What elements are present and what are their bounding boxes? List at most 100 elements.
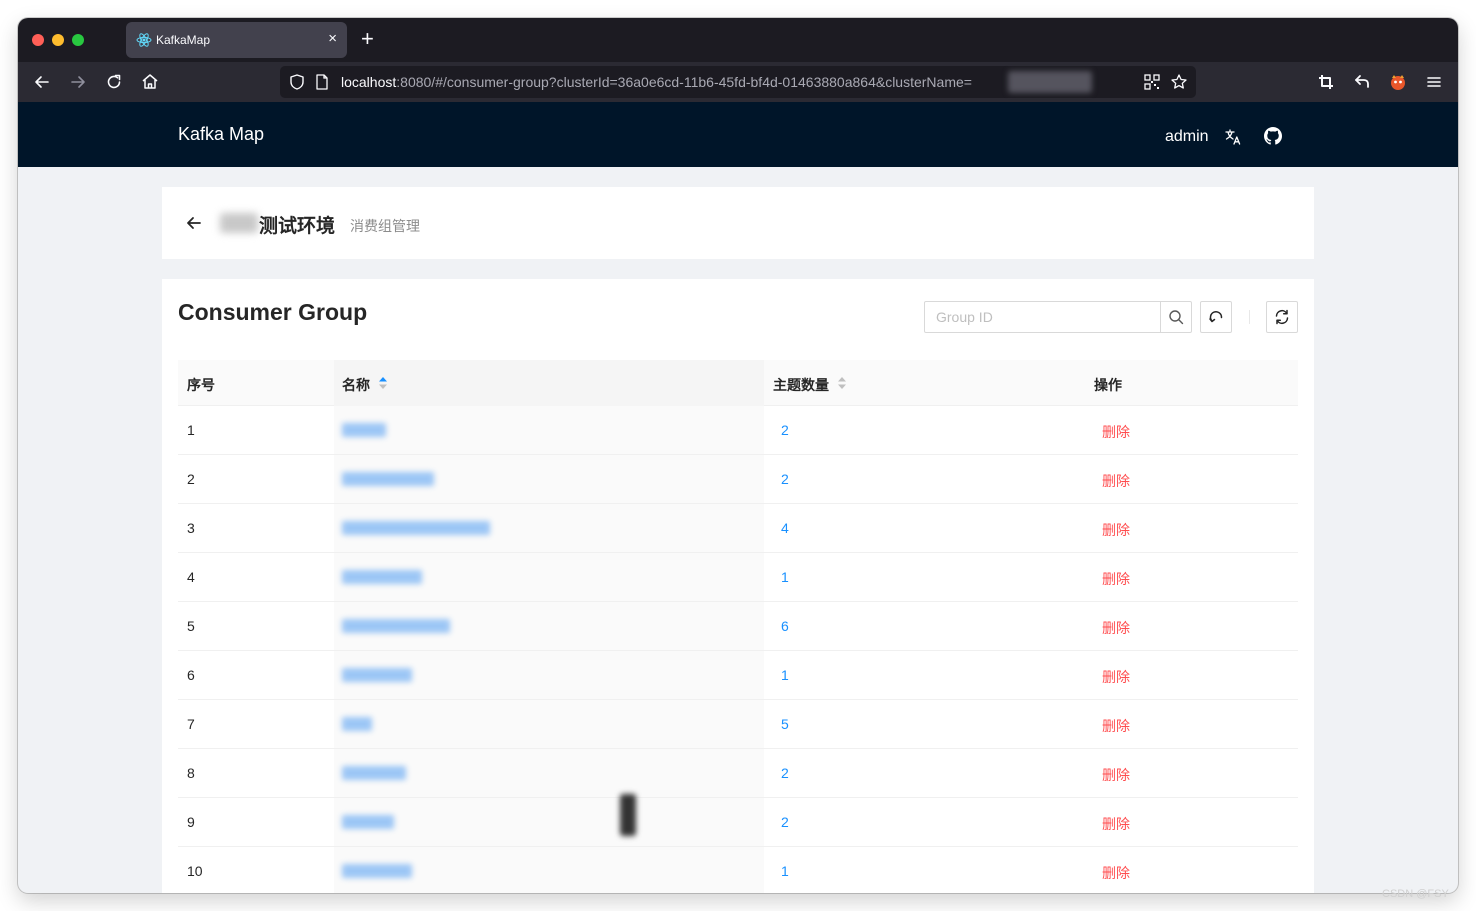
qr-code-icon[interactable] [1144, 74, 1160, 90]
group-name-link[interactable] [342, 815, 394, 829]
sorted-column-bg [334, 406, 764, 454]
app-header: Kafka Map admin [18, 102, 1458, 167]
sorted-column-bg [334, 798, 764, 846]
page-header: 测试环境 消费组管理 [162, 187, 1314, 259]
table-row: 8 2 删除 [178, 749, 1298, 798]
page-title: 测试环境 [259, 216, 336, 237]
row-index: 6 [187, 667, 195, 683]
table-row: 7 5 删除 [178, 700, 1298, 749]
crop-icon[interactable] [1316, 72, 1336, 92]
user-menu[interactable]: admin [1165, 128, 1209, 146]
sorted-column-header-bg [334, 360, 764, 406]
url-bar[interactable]: localhost:8080/#/consumer-group?clusterI… [280, 66, 1196, 98]
translate-icon[interactable] [1224, 128, 1242, 146]
topic-count-link[interactable]: 5 [781, 716, 789, 732]
refresh-button[interactable] [1266, 301, 1298, 333]
table-row: 6 1 删除 [178, 651, 1298, 700]
nav-bar: localhost:8080/#/consumer-group?clusterI… [18, 62, 1458, 102]
row-index: 2 [187, 471, 195, 487]
table-header: 序号 名称 主题数量 操作 [178, 360, 1298, 406]
topic-count-link[interactable]: 4 [781, 520, 789, 536]
row-index: 10 [187, 863, 203, 879]
sorted-column-bg [334, 700, 764, 748]
consumer-group-card: Consumer Group 序号 名称 主题数量 [162, 279, 1314, 893]
table-row: 1 2 删除 [178, 406, 1298, 455]
table-row: 4 1 删除 [178, 553, 1298, 602]
group-name-link[interactable] [342, 472, 434, 486]
delete-link[interactable]: 删除 [1102, 716, 1130, 736]
react-icon [136, 32, 152, 48]
maximize-window-button[interactable] [72, 34, 84, 46]
shield-icon[interactable] [288, 73, 306, 91]
delete-link[interactable]: 删除 [1102, 863, 1130, 883]
toolbar-divider [1249, 310, 1250, 324]
new-tab-button[interactable]: + [361, 28, 374, 50]
topic-count-link[interactable]: 6 [781, 618, 789, 634]
group-id-search-input[interactable] [924, 301, 1161, 333]
page-subtitle: 消费组管理 [350, 218, 420, 234]
group-name-link[interactable] [342, 766, 406, 780]
topic-count-link[interactable]: 1 [781, 863, 789, 879]
sync-icon [1275, 309, 1289, 325]
topic-count-link[interactable]: 2 [781, 471, 789, 487]
group-name-link[interactable] [342, 521, 490, 535]
card-title: Consumer Group [178, 299, 368, 325]
minimize-window-button[interactable] [52, 34, 64, 46]
group-name-link[interactable] [342, 619, 450, 633]
app-brand[interactable]: Kafka Map [178, 124, 264, 145]
column-header-action: 操作 [1094, 377, 1122, 393]
cluster-name-redacted [220, 213, 258, 233]
page-icon [314, 73, 330, 91]
table-row: 2 2 删除 [178, 455, 1298, 504]
browser-window: KafkaMap × + localhost:8080/#/consumer-g… [18, 18, 1458, 893]
row-index: 8 [187, 765, 195, 781]
back-icon[interactable] [32, 72, 52, 92]
topic-count-link[interactable]: 2 [781, 422, 789, 438]
topic-count-link[interactable]: 2 [781, 814, 789, 830]
extension-icon[interactable] [1388, 72, 1408, 92]
search-icon [1169, 310, 1184, 325]
row-index: 5 [187, 618, 195, 634]
group-name-link[interactable] [342, 668, 412, 682]
github-icon[interactable] [1264, 127, 1282, 145]
forward-icon[interactable] [68, 72, 88, 92]
row-index: 4 [187, 569, 195, 585]
sort-ascending-icon[interactable] [378, 376, 388, 390]
delete-link[interactable]: 删除 [1102, 667, 1130, 687]
group-name-link[interactable] [342, 717, 372, 731]
group-name-link[interactable] [342, 423, 386, 437]
topic-count-link[interactable]: 2 [781, 765, 789, 781]
delete-link[interactable]: 删除 [1102, 618, 1130, 638]
reload-icon[interactable] [104, 72, 124, 92]
column-header-name[interactable]: 名称 [342, 375, 370, 395]
group-name-link[interactable] [342, 570, 422, 584]
column-header-topic-count[interactable]: 主题数量 [773, 375, 829, 395]
topic-count-link[interactable]: 1 [781, 569, 789, 585]
home-icon[interactable] [140, 72, 160, 92]
sort-icon[interactable] [837, 376, 847, 390]
delete-link[interactable]: 删除 [1102, 471, 1130, 491]
bookmark-star-icon[interactable] [1170, 73, 1188, 91]
row-index: 3 [187, 520, 195, 536]
delete-link[interactable]: 删除 [1102, 520, 1130, 540]
delete-link[interactable]: 删除 [1102, 422, 1130, 442]
row-index: 9 [187, 814, 195, 830]
url-path: :8080/#/consumer-group?clusterId=36a0e6c… [396, 74, 972, 90]
search-button[interactable] [1160, 301, 1192, 333]
delete-link[interactable]: 删除 [1102, 765, 1130, 785]
group-name-link[interactable] [342, 864, 412, 878]
topic-count-link[interactable]: 1 [781, 667, 789, 683]
tab-close-icon[interactable]: × [328, 30, 337, 48]
delete-link[interactable]: 删除 [1102, 569, 1130, 589]
delete-link[interactable]: 删除 [1102, 814, 1130, 834]
redaction-smudge [620, 794, 636, 836]
url-redacted [1008, 71, 1092, 93]
url-text: localhost:8080/#/consumer-group?clusterI… [341, 74, 972, 90]
tab-kafkamap[interactable]: KafkaMap × [126, 22, 347, 58]
close-window-button[interactable] [32, 34, 44, 46]
reset-button[interactable] [1200, 301, 1232, 333]
back-arrow-icon[interactable] [185, 214, 203, 232]
column-header-index: 序号 [187, 377, 215, 393]
hamburger-menu-icon[interactable] [1424, 72, 1444, 92]
undo-icon[interactable] [1352, 72, 1372, 92]
